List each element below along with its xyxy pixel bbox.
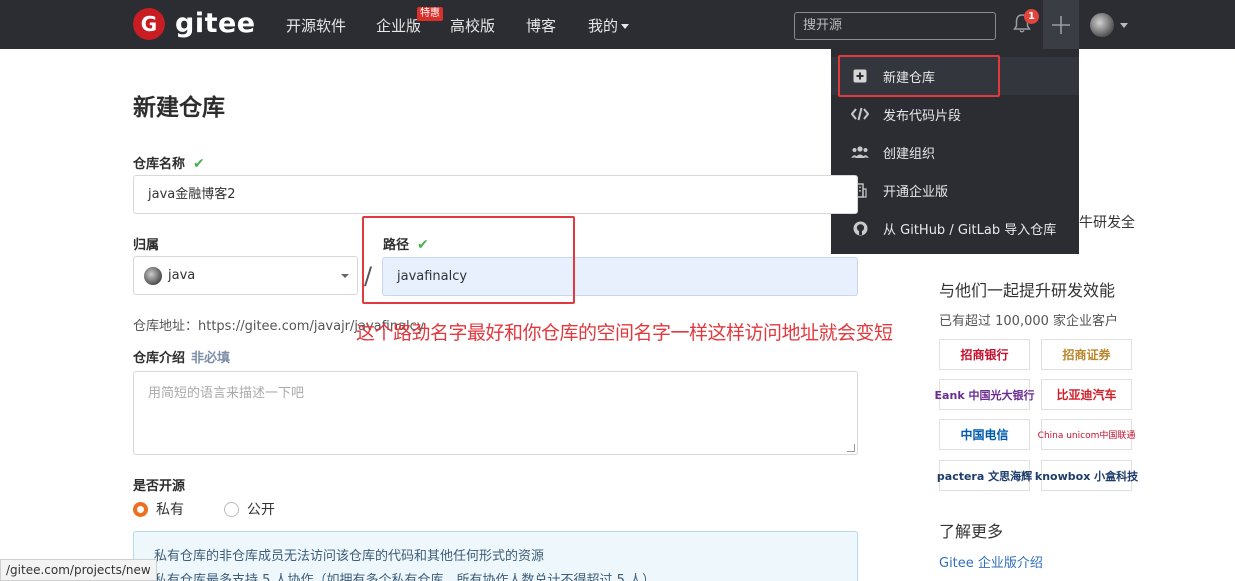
status-bar-url: /gitee.com/projects/new [0,559,157,581]
logo-pactera: pactera 文思海辉 [937,460,1032,491]
logo-badge: G [133,8,165,40]
owner-select[interactable]: java [133,256,358,295]
owner-name: java [168,268,196,283]
desc-placeholder: 用简短的语言来描述一下吧 [148,386,305,401]
radio-public-label[interactable]: 公开 [247,499,275,519]
open-source-label: 是否开源 [133,479,186,494]
menu-label: 创建组织 [883,146,936,162]
chevron-down-icon [621,24,630,29]
menu-item-snippet[interactable]: 发布代码片段 [831,95,1079,133]
path-highlight-box [362,216,575,304]
radio-private-label[interactable]: 私有 [156,499,184,519]
resize-handle-icon[interactable] [847,444,855,452]
menu-label: 从 GitHub / GitLab 导入仓库 [883,222,1057,238]
new-repo-highlight-box [838,55,1000,97]
nav-blog[interactable]: 博客 [526,16,556,36]
promo-badge: 特惠 [417,7,443,21]
private-info-box: 私有仓库的非仓库成员无法访问该仓库的代码和其他任何形式的资源 私有仓库最多支持 … [133,531,858,581]
menu-label: 发布代码片段 [883,108,962,124]
chevron-down-icon [341,274,349,278]
gitee-logo[interactable]: G gitee [133,8,256,40]
avatar-chevron-down-icon[interactable] [1120,23,1128,28]
repo-name-label: 仓库名称 ✔ [133,153,205,172]
create-button[interactable] [1043,0,1079,49]
top-navbar: G gitee 开源软件 企业版 特惠 高校版 博客 我的 搜开源 1 [0,0,1235,49]
side-learn-more: 了解更多 [939,522,1004,541]
radio-public[interactable] [224,501,239,517]
notification-badge: 1 [1024,9,1039,24]
desc-textarea[interactable]: 用简短的语言来描述一下吧 [133,371,858,455]
logo-china-telecom: 中国电信 [939,419,1030,450]
owner-avatar [144,266,162,285]
menu-label: 开通企业版 [883,184,949,200]
logo-byd: 比亚迪汽车 [1041,379,1132,410]
github-icon [851,219,869,237]
logo-knowbox: knowbox 小盒科技 [1035,460,1138,491]
nav-mine-label: 我的 [588,17,619,35]
info-line-1: 私有仓库的非仓库成员无法访问该仓库的代码和其他任何形式的资源 [154,549,545,564]
code-icon [851,105,869,123]
logo-text: gitee [175,8,256,39]
visibility-radio-group: 私有 公开 [133,499,315,519]
nav-enterprise[interactable]: 企业版 [376,16,421,36]
users-icon [851,143,869,161]
desc-label: 仓库介绍 非必填 [133,347,230,366]
side-partial-text: 牛研发全 [1079,215,1135,231]
check-icon: ✔ [193,156,205,172]
side-subheading: 已有超过 100,000 家企业客户 [939,314,1119,329]
radio-private[interactable] [133,501,148,517]
page-title: 新建仓库 [133,95,225,121]
repo-name-input[interactable]: java金融博客2 [133,175,858,214]
logo-cmsc: 招商证券 [1041,339,1132,370]
user-avatar[interactable] [1090,13,1114,37]
search-input[interactable]: 搜开源 [794,12,996,40]
nav-open-source[interactable]: 开源软件 [286,16,346,36]
optional-tag: 非必填 [191,351,231,366]
owner-label: 归属 [133,238,160,253]
annotation-text: 这个路劲名字最好和你仓库的空间名字一样这样访问地址就会变短 [356,322,893,344]
desc-label-text: 仓库介绍 [133,351,186,366]
enterprise-intro-link[interactable]: Gitee 企业版介绍 [939,552,1043,571]
logo-ceb: Eank 中国光大银行 [935,379,1034,410]
menu-item-import-repo[interactable]: 从 GitHub / GitLab 导入仓库 [831,209,1079,247]
plus-icon [1052,16,1070,34]
logo-china-unicom: China unicom中国联通 [1038,419,1135,450]
nav-education[interactable]: 高校版 [450,16,495,36]
side-heading: 与他们一起提升研发效能 [939,281,1116,300]
nav-mine[interactable]: 我的 [588,16,630,36]
repo-name-label-text: 仓库名称 [133,157,186,172]
info-line-2: 私有仓库最多支持 5 人协作（如拥有多个私有仓库，所有协作人数总计不得超过 5 … [154,573,656,581]
menu-item-create-org[interactable]: 创建组织 [831,133,1079,171]
logo-cmb: 招商银行 [939,339,1030,370]
menu-item-enterprise[interactable]: 开通企业版 [831,171,1079,209]
